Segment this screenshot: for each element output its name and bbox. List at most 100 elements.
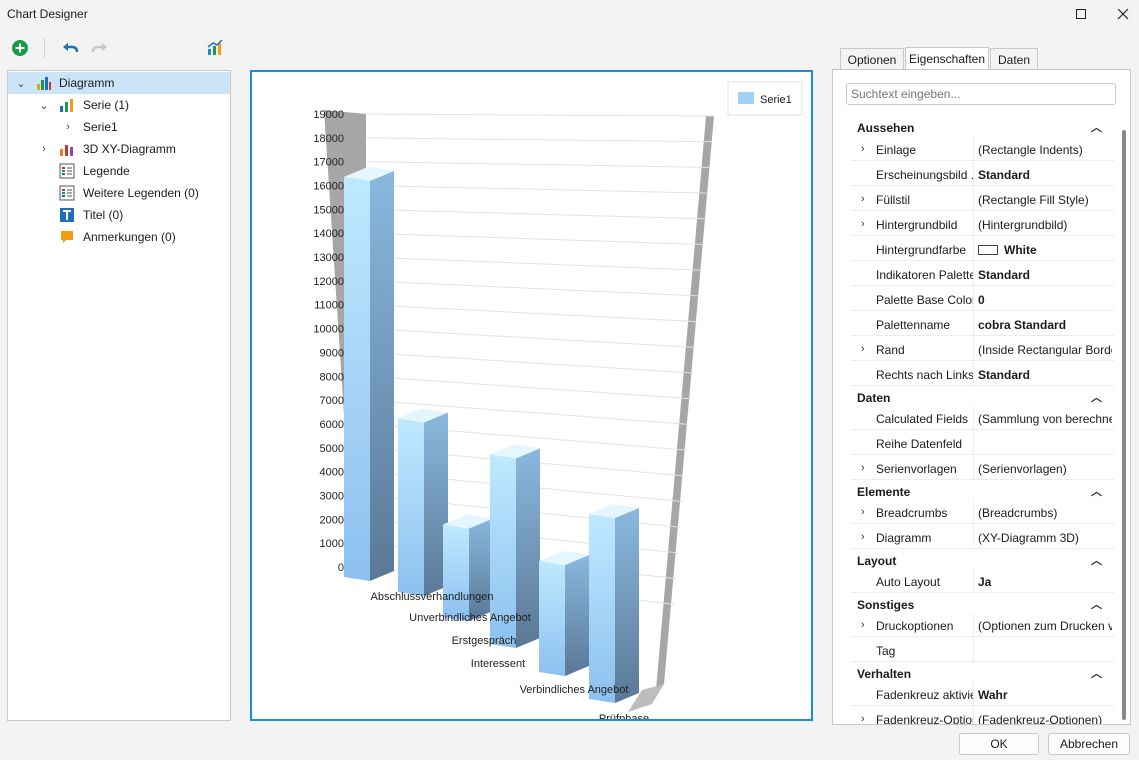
tree-item-label: Serie (1) bbox=[83, 98, 130, 112]
chevron-right-icon[interactable]: › bbox=[861, 343, 865, 355]
property-hintergrundfarbe[interactable]: Hintergrundfarbe White bbox=[833, 237, 1114, 262]
property-indikatoren-palette[interactable]: Indikatoren Palette Standard bbox=[833, 262, 1114, 287]
property-breadcrumbs[interactable]: › Breadcrumbs (Breadcrumbs) bbox=[833, 500, 1114, 525]
chevron-up-icon[interactable]: ︿ bbox=[1091, 552, 1102, 568]
redo-button[interactable] bbox=[88, 36, 112, 60]
property-einlage[interactable]: › Einlage (Rectangle Indents) bbox=[833, 137, 1114, 162]
tab-daten[interactable]: Daten bbox=[990, 48, 1038, 70]
property-diagramm[interactable]: › Diagramm (XY-Diagramm 3D) bbox=[833, 525, 1114, 550]
property-value[interactable]: (Inside Rectangular Border) bbox=[978, 343, 1112, 357]
chart-wizard-button[interactable] bbox=[203, 36, 227, 60]
property-palettenname[interactable]: Palettenname cobra Standard bbox=[833, 312, 1114, 337]
chart-bar-front bbox=[398, 418, 424, 596]
tree-item-anmerkungen[interactable]: Anmerkungen (0) bbox=[8, 226, 230, 248]
property-fadenkreuz-optionen[interactable]: › Fadenkreuz-Optionen (Fadenkreuz-Option… bbox=[833, 707, 1114, 724]
chart-y-tick-label: 10000 bbox=[313, 324, 344, 336]
property-value[interactable]: Standard bbox=[978, 268, 1112, 282]
column-divider bbox=[973, 500, 974, 524]
chevron-up-icon[interactable]: ︿ bbox=[1091, 389, 1102, 405]
close-button[interactable] bbox=[1105, 0, 1139, 28]
chevron-right-icon[interactable]: › bbox=[861, 193, 865, 205]
property-value[interactable]: (Optionen zum Drucken von Diagrammen) bbox=[978, 619, 1112, 633]
chevron-up-icon[interactable]: ︿ bbox=[1091, 119, 1102, 135]
chevron-down-icon[interactable]: ⌄ bbox=[38, 99, 50, 112]
chevron-right-icon[interactable]: › bbox=[861, 218, 865, 230]
column-divider bbox=[973, 137, 974, 161]
property-value[interactable]: Ja bbox=[978, 575, 1112, 589]
tree-item-serie[interactable]: ⌄ Serie (1) bbox=[8, 94, 230, 116]
chevron-right-icon[interactable]: › bbox=[861, 143, 865, 155]
chart-wizard-icon bbox=[207, 39, 223, 55]
property-value[interactable]: (XY-Diagramm 3D) bbox=[978, 531, 1112, 545]
chevron-down-icon[interactable]: ⌄ bbox=[15, 77, 27, 90]
tree-item-3d-xy-diagramm[interactable]: › 3D XY-Diagramm bbox=[8, 138, 230, 160]
chart-grid-line bbox=[365, 351, 693, 374]
property-erscheinungsbild[interactable]: Erscheinungsbild ... Standard bbox=[833, 162, 1114, 187]
property-tag[interactable]: Tag bbox=[833, 638, 1114, 663]
property-fuellstil[interactable]: › Füllstil (Rectangle Fill Style) bbox=[833, 187, 1114, 212]
chevron-up-icon[interactable]: ︿ bbox=[1091, 483, 1102, 499]
property-hintergrundbild[interactable]: › Hintergrundbild (Hintergrundbild) bbox=[833, 212, 1114, 237]
property-fadenkreuz-aktiviert[interactable]: Fadenkreuz aktiviert Wahr bbox=[833, 682, 1114, 707]
property-value[interactable]: (Sammlung von berechneten Feldern) bbox=[978, 412, 1112, 426]
chart-bar bbox=[398, 408, 448, 596]
property-auto-layout[interactable]: Auto Layout Ja bbox=[833, 569, 1114, 594]
property-serienvorlagen[interactable]: › Serienvorlagen (Serienvorlagen) bbox=[833, 456, 1114, 481]
chart-x-tick-label: Abschlussverhandlungen bbox=[371, 591, 494, 603]
property-reihe-datenfeld[interactable]: Reihe Datenfeld bbox=[833, 431, 1114, 456]
chevron-right-icon[interactable]: › bbox=[861, 531, 865, 543]
chevron-up-icon[interactable]: ︿ bbox=[1091, 665, 1102, 681]
chevron-right-icon[interactable]: › bbox=[861, 713, 865, 724]
add-button[interactable] bbox=[8, 36, 32, 60]
property-value-color[interactable]: White bbox=[978, 243, 1112, 257]
undo-button[interactable] bbox=[58, 36, 82, 60]
chevron-right-icon[interactable]: › bbox=[861, 506, 865, 518]
property-value[interactable]: (Fadenkreuz-Optionen) bbox=[978, 713, 1112, 724]
chart-preview[interactable]: 0 1000 2000 3000 4000 5000 6000 7000 8000 9000 100… bbox=[250, 70, 813, 721]
tree-item-weitere-legenden[interactable]: Weitere Legenden (0) bbox=[8, 182, 230, 204]
tree-item-label: 3D XY-Diagramm bbox=[83, 142, 176, 156]
annotation-icon bbox=[61, 231, 73, 243]
tree-item-titel[interactable]: Titel (0) bbox=[8, 204, 230, 226]
tab-eigenschaften[interactable]: Eigenschaften bbox=[905, 47, 989, 70]
property-value[interactable]: (Rectangle Indents) bbox=[978, 143, 1112, 157]
tree-item-legende[interactable]: Legende bbox=[8, 160, 230, 182]
property-value[interactable]: (Breadcrumbs) bbox=[978, 506, 1112, 520]
undo-icon bbox=[63, 43, 79, 53]
tab-optionen[interactable]: Optionen bbox=[840, 48, 904, 70]
property-rechts-nach-links[interactable]: Rechts nach Links Standard bbox=[833, 362, 1114, 387]
property-palette-base-color[interactable]: Palette Base Color 0 bbox=[833, 287, 1114, 312]
property-value[interactable]: 0 bbox=[978, 293, 1112, 307]
property-value[interactable]: Standard bbox=[978, 368, 1112, 382]
color-swatch bbox=[978, 245, 998, 255]
chevron-up-icon[interactable]: ︿ bbox=[1091, 596, 1102, 612]
property-calculated-fields[interactable]: Calculated Fields (Sammlung von berechne… bbox=[833, 406, 1114, 431]
property-value[interactable]: cobra Standard bbox=[978, 318, 1112, 332]
chevron-right-icon[interactable]: › bbox=[861, 462, 865, 474]
chart-x-tick-label: Prüfphase bbox=[599, 713, 649, 719]
property-value[interactable]: Wahr bbox=[978, 688, 1112, 702]
chart-y-tick-label: 18000 bbox=[313, 133, 344, 145]
chevron-right-icon[interactable]: › bbox=[62, 121, 74, 133]
cancel-button[interactable]: Abbrechen bbox=[1048, 733, 1130, 755]
tree-item-diagramm[interactable]: ⌄ Diagramm bbox=[8, 72, 230, 94]
search-input[interactable] bbox=[846, 83, 1116, 105]
property-value[interactable]: (Serienvorlagen) bbox=[978, 462, 1112, 476]
chart-y-tick-label: 4000 bbox=[320, 467, 344, 479]
series-icon bbox=[60, 99, 73, 112]
title-bar: Chart Designer bbox=[0, 0, 1139, 28]
property-value[interactable]: Standard bbox=[978, 168, 1112, 182]
tree-item-serie1[interactable]: › Serie1 bbox=[8, 116, 230, 138]
chart-bar bbox=[344, 166, 394, 581]
property-druckoptionen[interactable]: › Druckoptionen (Optionen zum Drucken vo… bbox=[833, 613, 1114, 638]
property-rand[interactable]: › Rand (Inside Rectangular Border) bbox=[833, 337, 1114, 362]
chart-bar-front bbox=[539, 560, 565, 676]
property-value[interactable]: (Hintergrundbild) bbox=[978, 218, 1112, 232]
chevron-right-icon[interactable]: › bbox=[861, 619, 865, 631]
chart-y-tick-label: 0 bbox=[338, 562, 344, 574]
property-value[interactable]: (Rectangle Fill Style) bbox=[978, 193, 1112, 207]
chevron-right-icon[interactable]: › bbox=[38, 143, 50, 155]
ok-button[interactable]: OK bbox=[959, 733, 1039, 755]
maximize-button[interactable] bbox=[1063, 0, 1099, 28]
vertical-scrollbar[interactable] bbox=[1122, 130, 1126, 720]
